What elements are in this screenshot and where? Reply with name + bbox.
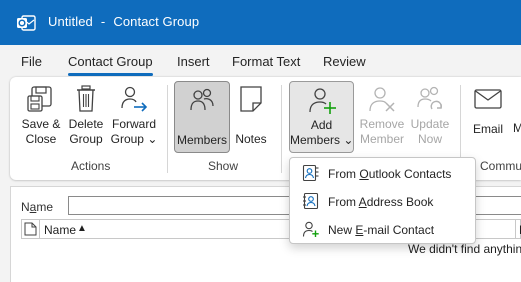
add-members-button[interactable]: Add Members ⌄: [289, 81, 354, 153]
save-close-label-2: Close: [25, 132, 57, 146]
document-icon: [24, 222, 37, 236]
tab-contact-group[interactable]: Contact Group: [68, 54, 153, 76]
save-close-icon: [27, 86, 52, 112]
sync-people-icon: [417, 86, 442, 110]
add-person-icon: [308, 88, 336, 114]
add-members-label-text: Members: [290, 133, 341, 147]
forward-group-icon: [121, 86, 148, 112]
outlook-app-icon: [17, 15, 36, 31]
mail-icon: [474, 89, 502, 109]
delete-group-label-1: Delete: [68, 117, 104, 131]
tab-file[interactable]: File: [21, 54, 42, 69]
note-icon: [240, 86, 262, 112]
update-now-label-2: Now: [417, 132, 442, 146]
group-divider: [167, 85, 168, 173]
notes-button[interactable]: Notes: [232, 81, 270, 153]
update-now-label-1: Update: [410, 117, 450, 131]
save-close-label-1: Save &: [21, 117, 61, 131]
name-label: Name: [21, 200, 53, 214]
delete-group-button[interactable]: Delete Group: [66, 81, 106, 153]
column-divider: [515, 220, 516, 238]
forward-group-button[interactable]: Forward Group ⌄: [109, 81, 159, 153]
menu-label-accesskey: A: [358, 195, 367, 209]
add-members-label-2: Members ⌄: [290, 133, 353, 148]
save-close-button[interactable]: Save & Close: [18, 81, 64, 153]
menu-label-part: utlook Contacts: [368, 167, 452, 181]
outlook-contacts-icon: [302, 164, 319, 182]
menu-label-part: ddress Book: [366, 195, 434, 209]
meeting-button-partial[interactable]: M: [513, 121, 521, 135]
delete-group-label-2: Group: [69, 132, 103, 146]
column-divider: [39, 220, 40, 238]
menu-item-label: From Address Book: [328, 195, 433, 209]
window-subtitle: Contact Group: [113, 14, 200, 29]
email-label: Email: [472, 122, 503, 136]
members-view-button[interactable]: Members: [174, 81, 230, 153]
menu-label-part: From: [328, 167, 360, 181]
document-title: Untitled: [48, 14, 93, 29]
email-button[interactable]: Email: [468, 81, 508, 153]
address-book-icon: [303, 192, 319, 210]
tab-review[interactable]: Review: [323, 54, 366, 69]
name-label-prefix: N: [21, 200, 30, 214]
forward-group-label-1: Forward: [111, 117, 156, 131]
menu-label-accesskey: O: [359, 167, 369, 181]
empty-list-message: We didn't find anythin: [408, 242, 521, 256]
notes-label: Notes: [235, 132, 267, 146]
group-label-show: Show: [208, 159, 239, 173]
add-members-label-1: Add: [310, 118, 333, 132]
remove-person-icon: [369, 87, 395, 112]
group-label-communicate: Commun: [480, 159, 521, 173]
ribbon-tabs: File Contact Group Insert Format Text Re…: [0, 45, 521, 77]
add-members-menu: From Outlook Contacts From Address Book …: [289, 157, 476, 244]
group-divider: [281, 85, 282, 173]
group-label-actions: Actions: [71, 159, 111, 173]
menu-item-new-email-contact[interactable]: New E-mail Contact: [290, 216, 475, 242]
window-title: Untitled - Contact Group: [48, 14, 199, 29]
members-label: Members: [176, 133, 227, 147]
people-icon: [190, 88, 214, 111]
title-separator: -: [100, 14, 106, 29]
sort-ascending-icon: ▲: [77, 223, 87, 234]
forward-group-label-text: Group: [110, 132, 144, 146]
tab-insert[interactable]: Insert: [177, 54, 210, 69]
forward-group-label-2: Group ⌄: [109, 132, 159, 147]
menu-item-from-address-book[interactable]: From Address Book: [290, 188, 475, 214]
chevron-down-icon: ⌄: [343, 133, 354, 147]
remove-member-button[interactable]: Remove Member: [357, 81, 407, 153]
trash-icon: [77, 85, 95, 112]
chevron-down-icon: ⌄: [147, 132, 158, 146]
name-label-suffix: me: [36, 200, 54, 214]
tab-format-text[interactable]: Format Text: [232, 54, 300, 69]
menu-item-label: New E-mail Contact: [328, 223, 434, 237]
update-now-button[interactable]: Update Now: [407, 81, 453, 153]
menu-label-part: New: [328, 223, 356, 237]
new-email-contact-icon: [302, 221, 319, 237]
remove-member-label-1: Remove: [359, 117, 405, 131]
menu-label-part: From: [328, 195, 359, 209]
menu-item-from-outlook-contacts[interactable]: From Outlook Contacts: [290, 160, 475, 186]
title-bar: Untitled - Contact Group: [0, 0, 521, 45]
remove-member-label-2: Member: [359, 132, 404, 146]
menu-item-label: From Outlook Contacts: [328, 167, 451, 181]
menu-label-part: -mail Contact: [363, 223, 435, 237]
column-header-name[interactable]: Name: [44, 223, 76, 237]
